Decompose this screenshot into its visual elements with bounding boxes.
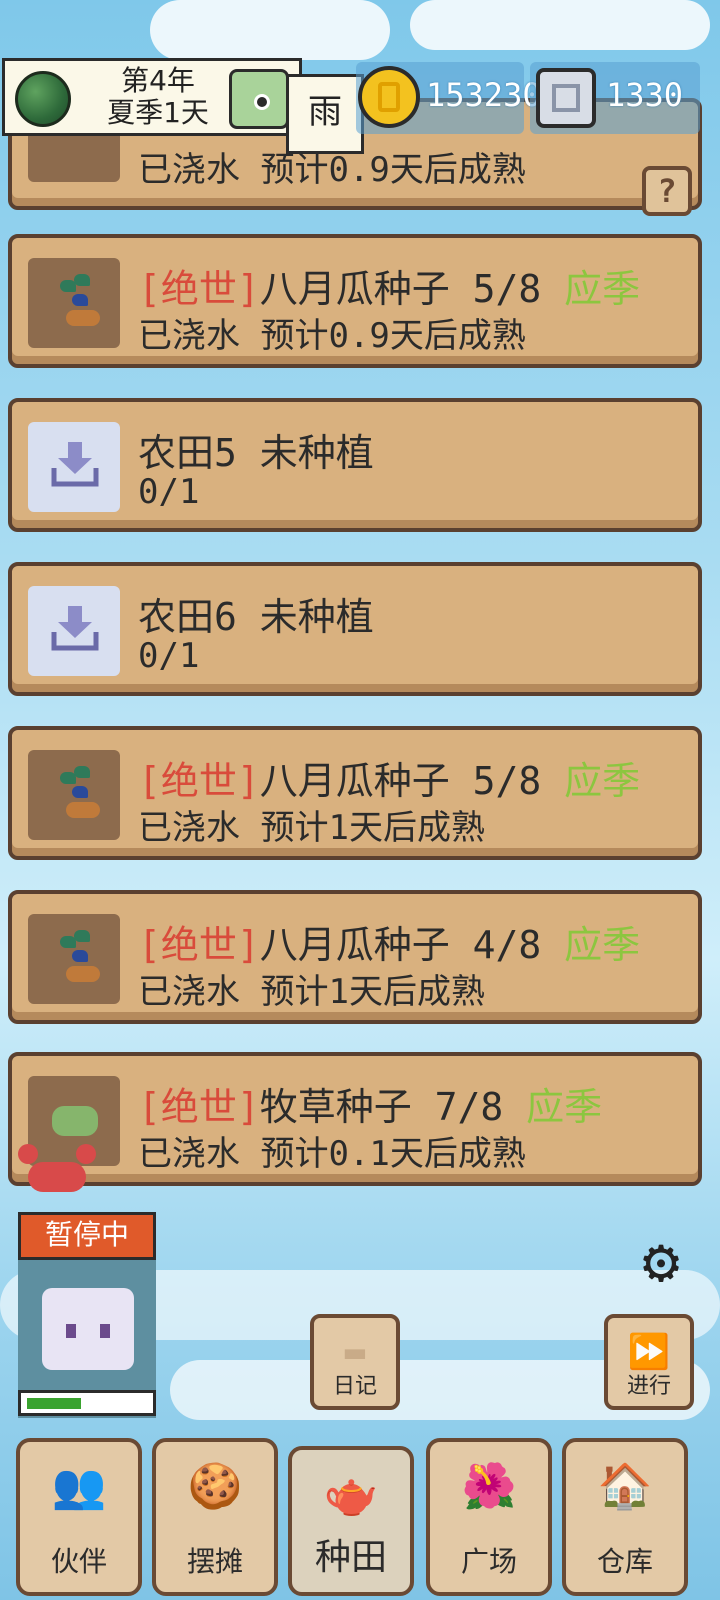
plot-card[interactable]: [绝世]牧草种子 7/8 应季 已浇水 预计0.1天后成熟	[8, 1052, 702, 1186]
download-icon	[50, 604, 100, 654]
weather-label: 雨	[286, 74, 364, 154]
plot-status: 0/1	[138, 472, 200, 512]
rarity-tag: [绝世]	[138, 759, 260, 803]
proceed-button[interactable]: ⏩ 进行	[604, 1314, 694, 1410]
globe-icon	[15, 71, 71, 127]
diary-button[interactable]: ▬ 日记	[310, 1314, 400, 1410]
rarity-tag: [绝世]	[138, 923, 260, 967]
download-icon	[50, 440, 100, 490]
rarity-tag: [绝世]	[138, 267, 260, 311]
worker-progress-bar	[18, 1390, 156, 1416]
rarity-tag: [绝世]	[138, 1085, 260, 1129]
flower-icon: 🌺	[461, 1461, 517, 1512]
plot-status: 0/1	[138, 636, 200, 676]
nav-label: 广场	[460, 1545, 517, 1578]
plot-status: 已浇水 预计0.9天后成熟	[138, 316, 526, 356]
plot-name: 八月瓜种子 5/8	[259, 759, 542, 803]
year-label: 第4年	[121, 64, 195, 97]
date-panel[interactable]: 第4年 夏季1天	[2, 58, 302, 136]
gold-amount: 153230	[426, 76, 542, 114]
plot-card[interactable]: 农田5 未种植 0/1	[8, 398, 702, 532]
plot-card[interactable]: 农田6 未种植 0/1	[8, 562, 702, 696]
plot-card[interactable]: [绝世]八月瓜种子 4/8 应季 已浇水 预计1天后成熟	[8, 890, 702, 1024]
plot-card[interactable]: [绝世]八月瓜种子 5/8 应季 已浇水 预计1天后成熟	[8, 726, 702, 860]
plot-status: 已浇水 预计1天后成熟	[138, 972, 485, 1012]
paused-badge: 暂停中	[18, 1212, 156, 1260]
nav-stall[interactable]: 🍪 摆摊	[152, 1438, 278, 1596]
plot-status: 已浇水 预计1天后成熟	[138, 808, 485, 848]
progress-fill	[27, 1398, 81, 1409]
crab-icon	[18, 1140, 96, 1198]
sprout-icon	[60, 930, 100, 982]
plot-title: [绝世]牧草种子 7/8 应季	[138, 1076, 602, 1131]
speech-bubble-icon: ▬	[344, 1332, 366, 1372]
in-season-tag: 应季	[541, 759, 641, 803]
weather-icon[interactable]	[229, 69, 289, 129]
grass-icon	[52, 1106, 98, 1136]
plot-card[interactable]: [绝世]八月瓜种子 5/8 应季 已浇水 预计0.9天后成熟	[8, 234, 702, 368]
plot-name: 农田5 未种植	[138, 431, 374, 475]
plot-thumbnail	[28, 422, 120, 512]
nav-flower[interactable]: 🌺 广场	[426, 1438, 552, 1596]
gold-coin-icon	[358, 66, 420, 128]
plot-name: 农田6 未种植	[138, 595, 374, 639]
plot-name: 八月瓜种子 5/8	[259, 267, 542, 311]
stall-icon: 🍪	[187, 1461, 243, 1512]
in-season-tag: 应季	[503, 1085, 603, 1129]
plot-thumbnail	[28, 750, 120, 840]
watering-can-icon: 🫖	[323, 1469, 379, 1520]
gold-counter[interactable]: 153230	[356, 62, 542, 134]
season-day-label: 夏季1天	[107, 96, 209, 129]
plot-title: [绝世]八月瓜种子 5/8 应季	[138, 750, 640, 805]
plot-name: 八月瓜种子 4/8	[259, 923, 542, 967]
plot-title: 农田5 未种植	[138, 422, 374, 477]
nav-label: 摆摊	[186, 1545, 243, 1578]
cat-avatar	[42, 1288, 134, 1370]
sprout-icon	[60, 274, 100, 326]
fast-forward-icon: ⏩	[627, 1332, 671, 1372]
gear-icon[interactable]: ⚙	[630, 1230, 692, 1292]
nav-partner[interactable]: 👥 伙伴	[16, 1438, 142, 1596]
house-icon: 🏠	[597, 1461, 653, 1512]
proceed-label: 进行	[626, 1374, 671, 1399]
nav-label: 种田	[314, 1537, 387, 1578]
sprout-icon	[60, 766, 100, 818]
cloud	[150, 0, 390, 60]
cloud	[410, 0, 710, 50]
plot-thumbnail	[28, 586, 120, 676]
gem-icon	[536, 68, 596, 128]
nav-label: 仓库	[596, 1545, 653, 1578]
help-button[interactable]: ?	[642, 166, 692, 216]
plot-title: [绝世]八月瓜种子 5/8 应季	[138, 258, 640, 313]
in-season-tag: 应季	[541, 267, 641, 311]
plot-status: 已浇水 预计0.1天后成熟	[138, 1134, 526, 1174]
plot-thumbnail	[28, 258, 120, 348]
nav-house[interactable]: 🏠 仓库	[562, 1438, 688, 1596]
date-text: 第4年 夏季1天	[83, 65, 233, 129]
plot-title: 农田6 未种植	[138, 586, 374, 641]
plot-title: [绝世]八月瓜种子 4/8 应季	[138, 914, 640, 969]
plot-thumbnail	[28, 914, 120, 1004]
partner-icon: 👥	[51, 1461, 107, 1512]
plot-name: 牧草种子 7/8	[259, 1085, 504, 1129]
diary-label: 日记	[332, 1374, 377, 1399]
in-season-tag: 应季	[541, 923, 641, 967]
nav-label: 伙伴	[50, 1545, 107, 1578]
nav-watering-can[interactable]: 🫖 种田	[288, 1446, 414, 1596]
gem-counter[interactable]: 1330	[530, 62, 700, 134]
gem-amount: 1330	[606, 76, 684, 114]
